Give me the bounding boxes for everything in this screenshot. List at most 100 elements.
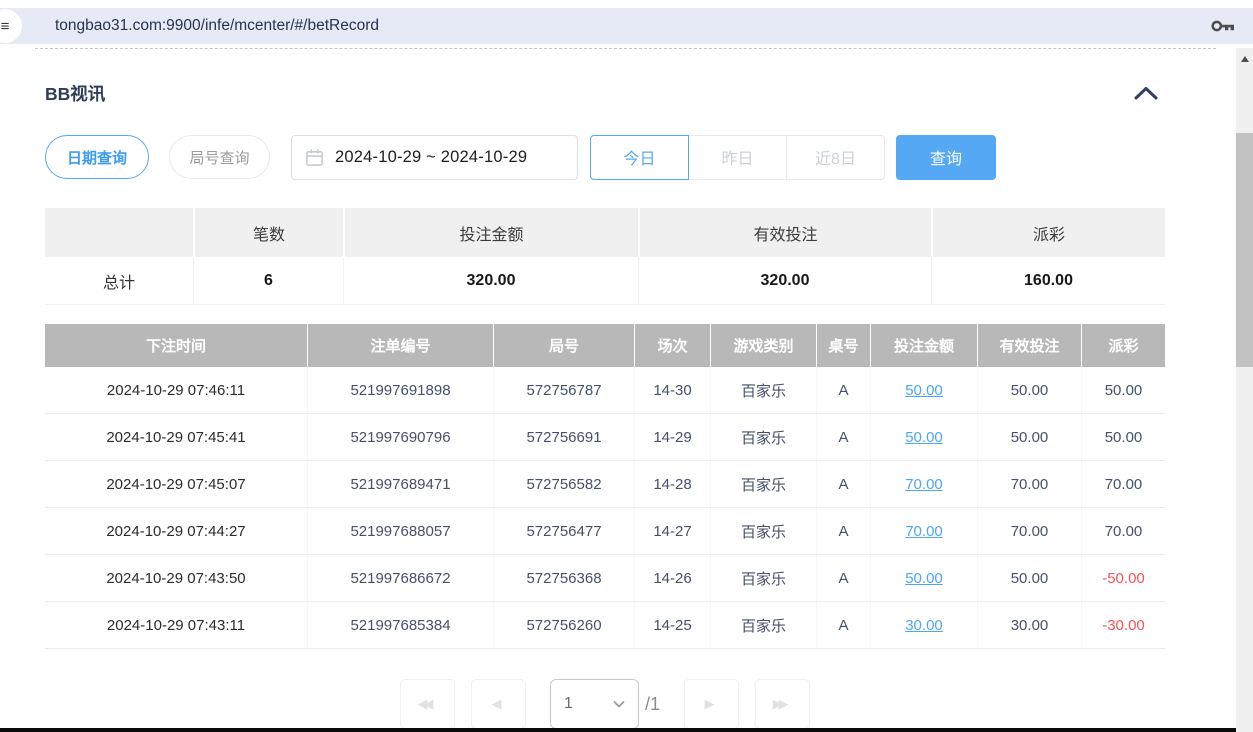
payout-cell: 50.00: [1081, 414, 1165, 460]
bet-time-cell: 2024-10-29 07:45:07: [45, 461, 307, 507]
last-page-button[interactable]: ▶▶: [755, 679, 810, 728]
valid-bet-cell: 30.00: [977, 602, 1081, 648]
table-no-cell: A: [816, 414, 870, 460]
last8days-button[interactable]: 近8日: [786, 135, 885, 180]
bet-time-cell: 2024-10-29 07:44:27: [45, 508, 307, 554]
game-type-cell: 百家乐: [710, 414, 816, 460]
summary-header-row: 笔数 投注金额 有效投注 派彩: [45, 208, 1165, 257]
date-query-tab[interactable]: 日期查询: [45, 135, 149, 179]
table-header-cell: 派彩: [1081, 324, 1165, 367]
password-key-button[interactable]: [1210, 16, 1237, 36]
today-button[interactable]: 今日: [590, 135, 689, 180]
bet-amount-cell: 50.00: [870, 555, 977, 601]
address-bar: ≡ tongbao31.com:9900/infe/mcenter/#/betR…: [0, 8, 1253, 44]
summary-bet-amount-value: 320.00: [343, 257, 638, 305]
next-page-button[interactable]: ▶: [684, 679, 739, 728]
last-page-icon: ▶▶: [773, 696, 785, 712]
quick-date-group: 今日 昨日 近8日: [590, 135, 885, 180]
game-type-cell: 百家乐: [710, 555, 816, 601]
table-row: 2024-10-29 07:43:50521997686672572756368…: [45, 555, 1165, 602]
summary-header-valid-bet: 有效投注: [638, 208, 931, 257]
bet-amount-cell: 50.00: [870, 414, 977, 460]
next-page-icon: ▶: [705, 696, 711, 712]
collapse-panel-button[interactable]: [1133, 85, 1159, 101]
round-no-cell: 572756477: [493, 508, 634, 554]
table-row: 2024-10-29 07:43:11521997685384572756260…: [45, 602, 1165, 649]
bet-time-cell: 2024-10-29 07:46:11: [45, 367, 307, 413]
page-select[interactable]: 1: [550, 679, 639, 728]
valid-bet-cell: 50.00: [977, 414, 1081, 460]
bet-amount-cell: 70.00: [870, 461, 977, 507]
bet-amount-cell: 30.00: [870, 602, 977, 648]
date-query-label: 日期查询: [67, 147, 127, 168]
session-cell: 14-30: [634, 367, 710, 413]
bet-amount-link[interactable]: 70.00: [905, 523, 943, 540]
table-row: 2024-10-29 07:45:41521997690796572756691…: [45, 414, 1165, 461]
vertical-scrollbar: [1236, 48, 1253, 732]
prev-page-icon: ◀: [491, 696, 497, 712]
bet-amount-cell: 70.00: [870, 508, 977, 554]
table-header-cell: 有效投注: [977, 324, 1081, 367]
summary-count-value: 6: [193, 257, 343, 305]
pagination: ◀◀ ◀ 1 /1 ▶ ▶▶: [45, 679, 1165, 728]
table-row: 2024-10-29 07:45:07521997689471572756582…: [45, 461, 1165, 508]
bet-amount-link[interactable]: 70.00: [905, 476, 943, 493]
bet-amount-link[interactable]: 30.00: [905, 617, 943, 634]
bet-no-cell: 521997690796: [307, 414, 493, 460]
page-select-value: 1: [564, 695, 573, 713]
table-no-cell: A: [816, 508, 870, 554]
favicon-glyph: ≡: [1, 18, 10, 35]
first-page-icon: ◀◀: [417, 696, 429, 712]
bet-amount-link[interactable]: 50.00: [905, 429, 943, 446]
bet-amount-cell: 50.00: [870, 367, 977, 413]
yesterday-label: 昨日: [721, 145, 753, 169]
game-type-cell: 百家乐: [710, 461, 816, 507]
scrollbar-up-arrow-icon[interactable]: [1241, 56, 1249, 62]
valid-bet-cell: 70.00: [977, 461, 1081, 507]
session-cell: 14-27: [634, 508, 710, 554]
bet-no-cell: 521997689471: [307, 461, 493, 507]
summary-header-payout: 派彩: [931, 208, 1165, 257]
table-no-cell: A: [816, 461, 870, 507]
key-icon: [1210, 16, 1237, 36]
bet-amount-link[interactable]: 50.00: [905, 382, 943, 399]
payout-cell: 70.00: [1081, 461, 1165, 507]
bet-no-cell: 521997691898: [307, 367, 493, 413]
window-bottom-edge: [0, 728, 1236, 732]
table-header-cell: 注单编号: [307, 324, 493, 367]
last8days-label: 近8日: [815, 145, 856, 169]
yesterday-button[interactable]: 昨日: [688, 135, 787, 180]
valid-bet-cell: 70.00: [977, 508, 1081, 554]
bet-no-cell: 521997688057: [307, 508, 493, 554]
url-text[interactable]: tongbao31.com:9900/infe/mcenter/#/betRec…: [55, 17, 379, 35]
page-title: BB视讯: [45, 81, 105, 106]
scrollbar-thumb[interactable]: [1236, 133, 1253, 367]
first-page-button[interactable]: ◀◀: [400, 679, 455, 728]
session-cell: 14-26: [634, 555, 710, 601]
bet-table-header: 下注时间注单编号局号场次游戏类别桌号投注金额有效投注派彩: [45, 324, 1165, 367]
table-no-cell: A: [816, 602, 870, 648]
table-no-cell: A: [816, 367, 870, 413]
summary-total-label: 总计: [45, 257, 193, 305]
round-no-cell: 572756787: [493, 367, 634, 413]
prev-page-button[interactable]: ◀: [471, 679, 526, 728]
chevron-down-icon: [613, 700, 625, 708]
table-header-cell: 下注时间: [45, 324, 307, 367]
bet-no-cell: 521997685384: [307, 602, 493, 648]
table-row: 2024-10-29 07:46:11521997691898572756787…: [45, 367, 1165, 414]
summary-total-row: 总计 6 320.00 320.00 160.00: [45, 257, 1165, 305]
bet-time-cell: 2024-10-29 07:45:41: [45, 414, 307, 460]
bet-table-body: 2024-10-29 07:46:11521997691898572756787…: [45, 367, 1165, 649]
table-header-cell: 游戏类别: [710, 324, 816, 367]
dashed-separator: [35, 48, 1216, 49]
session-cell: 14-28: [634, 461, 710, 507]
summary-table: 笔数 投注金额 有效投注 派彩 总计 6 320.00 320.00 160.0…: [45, 208, 1165, 305]
date-range-input[interactable]: 2024-10-29 ~ 2024-10-29: [291, 135, 578, 180]
round-query-tab[interactable]: 局号查询: [169, 135, 270, 179]
bet-amount-link[interactable]: 50.00: [905, 570, 943, 587]
valid-bet-cell: 50.00: [977, 555, 1081, 601]
round-no-cell: 572756260: [493, 602, 634, 648]
search-button[interactable]: 查询: [896, 135, 996, 180]
payout-cell: -50.00: [1081, 555, 1165, 601]
table-no-cell: A: [816, 555, 870, 601]
